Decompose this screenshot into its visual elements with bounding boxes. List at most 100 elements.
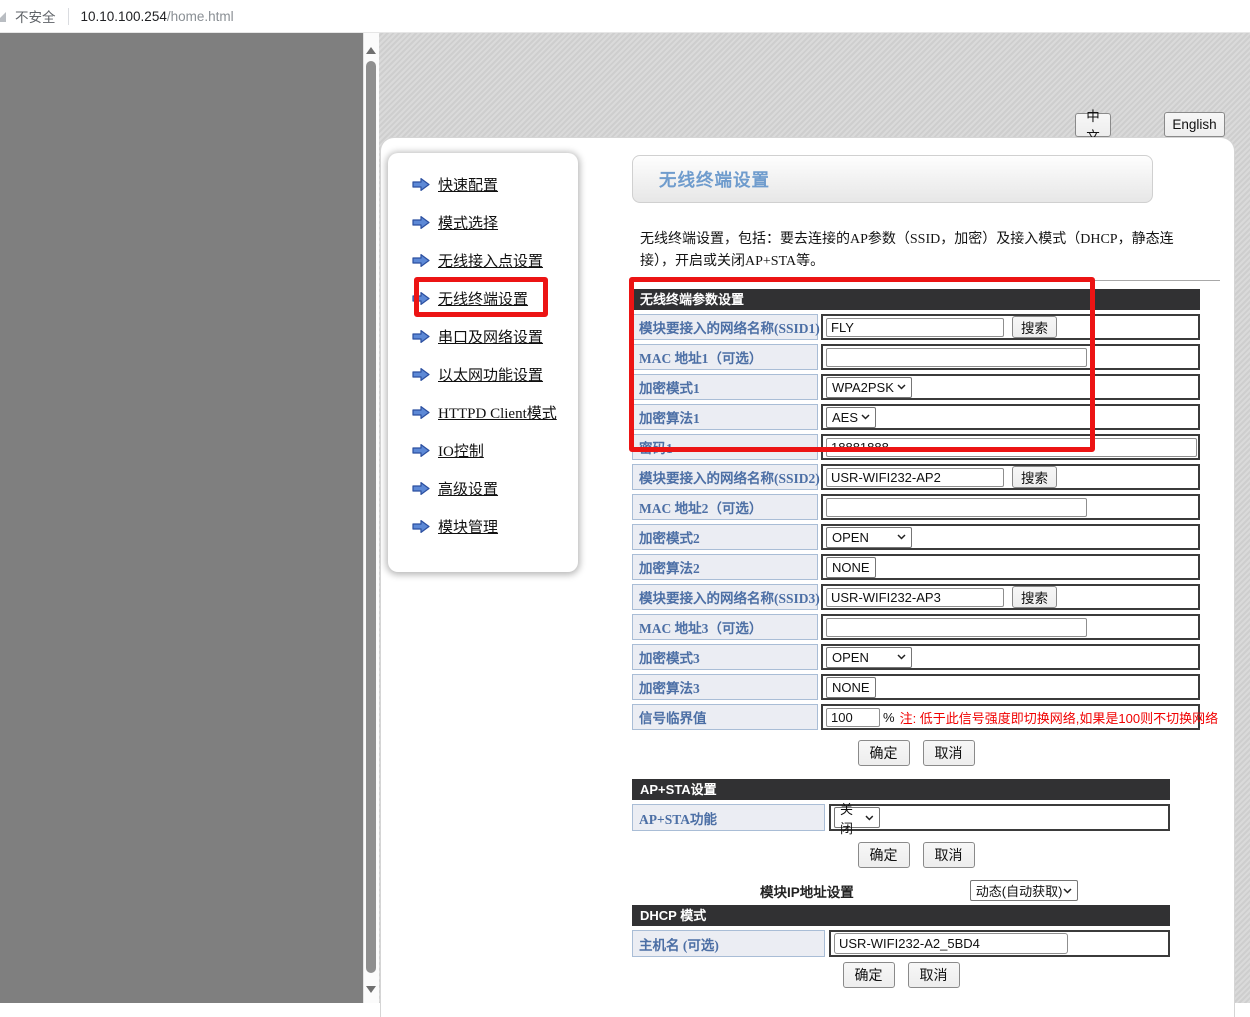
sidebar-item[interactable]: HTTPD Client模式 (388, 393, 578, 431)
sta-row-value-cell (821, 614, 1200, 640)
sidebar-item-label: 高级设置 (438, 478, 498, 499)
browser-address-bar: 不安全 10.10.100.254/home.html (0, 0, 1250, 33)
sta-row-label: 模块要接入的网络名称(SSID2) (632, 464, 818, 490)
url-path[interactable]: /home.html (167, 9, 234, 24)
sidebar-item-label: HTTPD Client模式 (438, 402, 557, 423)
page-title: 无线终端设置 (659, 167, 770, 192)
encryption-algorithm-select[interactable]: NONE (826, 557, 876, 578)
ip-mode-select[interactable]: 动态(自动获取) (970, 880, 1078, 901)
sta-row-value-cell: OPEN (821, 524, 1200, 550)
sta-row-value-cell: NONE (821, 674, 1200, 700)
arrow-right-icon (412, 329, 430, 344)
red-highlight-sidebar (414, 277, 548, 317)
sta-row-value-cell: NONE (821, 554, 1200, 580)
sta-row-value-cell: 搜索 (821, 584, 1200, 610)
ok-button[interactable]: 确定 (858, 740, 910, 766)
warning-icon (0, 12, 6, 22)
sidebar-item[interactable]: 串口及网络设置 (388, 317, 578, 355)
select-value: NONE (832, 680, 870, 695)
apsta-enable-select[interactable]: 关闭 (834, 807, 880, 828)
arrow-right-icon (412, 329, 430, 344)
sidebar-item-label: IO控制 (438, 440, 484, 461)
encryption-mode-select[interactable]: OPEN (826, 647, 912, 668)
dhcp-table: DHCP 模式 主机名 (可选) (632, 905, 1170, 957)
apsta-buttons: 确定 取消 (632, 842, 1200, 868)
left-empty-frame (0, 33, 363, 1003)
ok-button[interactable]: 确定 (858, 842, 910, 868)
hostname-value-cell (829, 930, 1170, 957)
ssid-input[interactable] (826, 588, 1004, 607)
sta-row-label: 加密模式3 (632, 644, 818, 670)
sidebar-item[interactable]: 无线接入点设置 (388, 241, 578, 279)
search-button[interactable]: 搜索 (1012, 586, 1057, 608)
arrow-right-icon (412, 367, 430, 382)
chevron-down-icon (865, 815, 874, 821)
sidebar-item-label: 模式选择 (438, 212, 498, 233)
scroll-down-button[interactable] (366, 986, 376, 993)
hostname-input[interactable] (834, 933, 1068, 954)
sidebar-item[interactable]: 快速配置 (388, 165, 578, 203)
arrow-right-icon (412, 443, 430, 458)
arrow-right-icon (412, 519, 430, 534)
cancel-button[interactable]: 取消 (923, 740, 975, 766)
sidebar-item[interactable]: IO控制 (388, 431, 578, 469)
encryption-algorithm-select[interactable]: NONE (826, 677, 876, 698)
sidebar-item[interactable]: 高级设置 (388, 469, 578, 507)
scroll-up-button[interactable] (366, 47, 376, 54)
ssid-input[interactable] (826, 468, 1004, 487)
arrow-right-icon (412, 481, 430, 496)
sta-row-label: 模块要接入的网络名称(SSID3) (632, 584, 818, 610)
chinese-language-button[interactable]: 中文 (1075, 113, 1111, 137)
sta-row-value-cell (821, 494, 1200, 520)
scrollbar[interactable] (363, 33, 379, 1003)
red-highlight-table (629, 277, 1095, 452)
sta-buttons: 确定 取消 (632, 740, 1200, 766)
sidebar-item-label: 模块管理 (438, 516, 498, 537)
arrow-right-icon (412, 367, 430, 382)
arrow-right-icon (412, 253, 430, 268)
module-ip-setting-label: 模块IP地址设置 (760, 881, 854, 901)
search-button[interactable]: 搜索 (1012, 466, 1057, 488)
sidebar-item[interactable]: 模块管理 (388, 507, 578, 545)
cancel-button[interactable]: 取消 (923, 842, 975, 868)
cancel-button[interactable]: 取消 (908, 962, 960, 988)
sta-row-value-cell: 搜索 (821, 464, 1200, 490)
dhcp-table-header: DHCP 模式 (632, 905, 1170, 926)
arrow-right-icon (412, 253, 430, 268)
arrow-right-icon (412, 481, 430, 496)
apsta-row-value: 关闭 (829, 804, 1170, 831)
chevron-down-icon (897, 654, 906, 660)
sta-row-label: 加密模式2 (632, 524, 818, 550)
mac-address-input[interactable] (826, 618, 1087, 637)
ok-button[interactable]: 确定 (843, 962, 895, 988)
sidebar-item[interactable]: 以太网功能设置 (388, 355, 578, 393)
select-value: OPEN (832, 650, 869, 665)
select-value: 动态(自动获取) (976, 881, 1063, 900)
hostname-label: 主机名 (可选) (632, 930, 825, 957)
sidebar-item-label: 串口及网络设置 (438, 326, 543, 347)
english-language-button[interactable]: English (1164, 112, 1225, 137)
select-value: NONE (832, 560, 870, 575)
signal-threshold-note: 注: 低于此信号强度即切换网络,如果是100则不切换网络 (900, 708, 1219, 727)
dhcp-buttons: 确定 取消 (632, 962, 1170, 988)
sta-row-label: 加密算法2 (632, 554, 818, 580)
sidebar-menu: 快速配置模式选择无线接入点设置无线终端设置串口及网络设置以太网功能设置HTTPD… (388, 153, 578, 572)
encryption-mode-select[interactable]: OPEN (826, 527, 912, 548)
select-value: 关闭 (840, 799, 865, 837)
url-host[interactable]: 10.10.100.254 (81, 9, 167, 24)
scrollbar-thumb[interactable] (366, 61, 376, 973)
apsta-table: AP+STA设置 AP+STA功能 关闭 (632, 779, 1170, 831)
apsta-table-header: AP+STA设置 (632, 779, 1170, 800)
percent-label: % (883, 710, 895, 725)
page-description: 无线终端设置，包括：要去连接的AP参数（SSID，加密）及接入模式（DHCP，静… (632, 229, 1196, 272)
arrow-right-icon (412, 519, 430, 534)
sidebar-item[interactable]: 模式选择 (388, 203, 578, 241)
arrow-right-icon (412, 177, 430, 192)
mac-address-input[interactable] (826, 498, 1087, 517)
module-ip-setting-row: 模块IP地址设置 动态(自动获取) (632, 880, 1170, 901)
arrow-right-icon (412, 405, 430, 420)
signal-threshold-input[interactable] (826, 708, 880, 727)
select-value: OPEN (832, 530, 869, 545)
sta-row-label: MAC 地址3（可选） (632, 614, 818, 640)
not-secure-label: 不安全 (15, 6, 56, 26)
